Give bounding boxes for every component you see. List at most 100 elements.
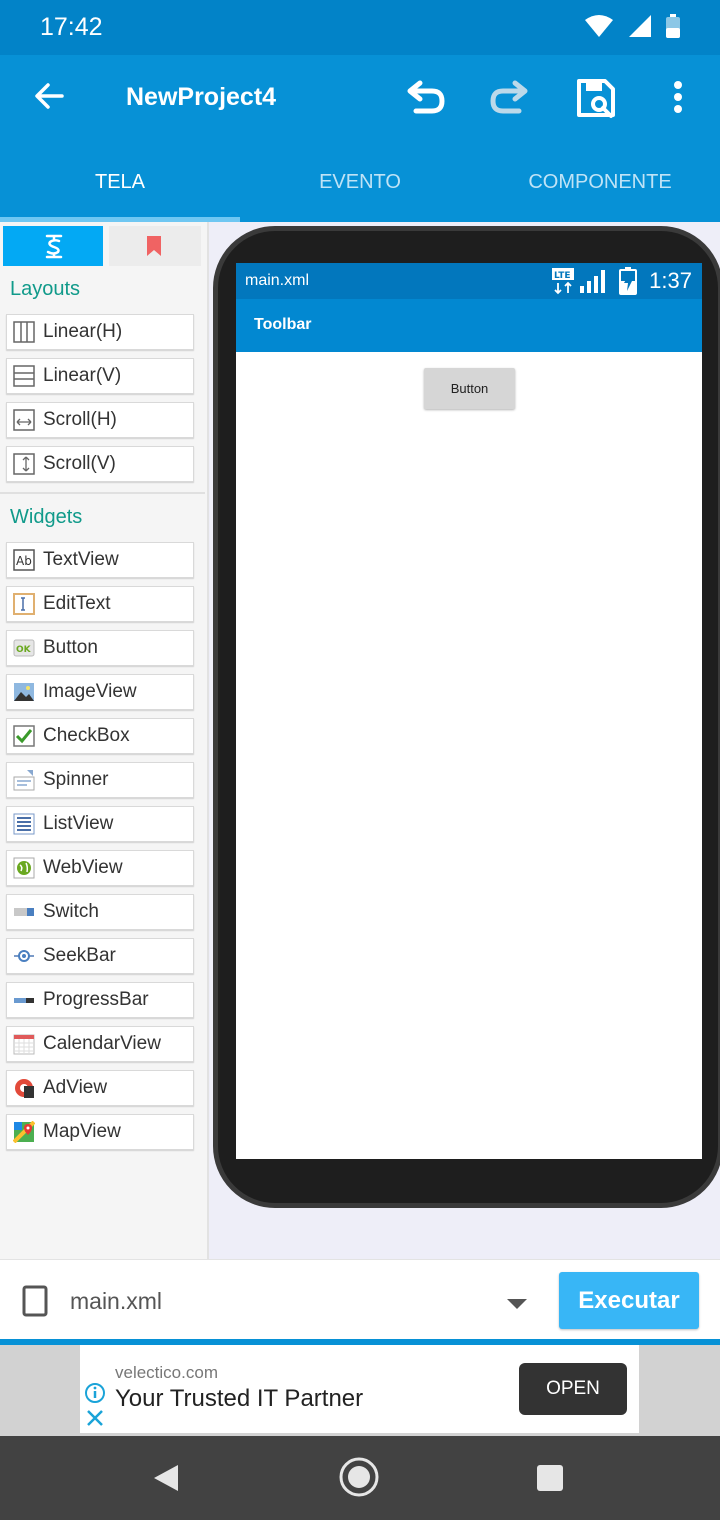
info-icon[interactable] [84,1382,106,1404]
battery-charging-icon [619,267,637,295]
palette-item-label: CalendarView [43,1033,161,1054]
tab-evento[interactable]: EVENTO [240,142,480,224]
textview-icon: Ab [13,549,35,571]
layout-preview: main.xml LTE 1:37 Toolbar Button [209,222,720,1259]
preview-button-widget[interactable]: Button [424,368,515,409]
calendarview-icon [13,1034,35,1055]
palette-item-label: Linear(V) [43,365,122,386]
wifi-icon [584,14,614,43]
system-navigation-bar [0,1436,720,1520]
mapview-icon [13,1121,35,1143]
file-selector[interactable]: main.xml [70,1288,162,1315]
palette-item-seekbar[interactable]: SeekBar [6,938,194,974]
palette-item-label: CheckBox [43,725,130,746]
back-arrow-icon[interactable] [32,79,66,118]
palette-divider [0,492,205,494]
palette-item-scroll-h[interactable]: Scroll(H) [6,402,194,438]
palette-tab-bookmarks[interactable] [109,226,201,266]
undo-icon[interactable] [404,77,446,124]
palette-item-mapview[interactable]: MapView [6,1114,194,1150]
palette-item-label: EditText [43,593,111,614]
bookmark-icon [147,236,161,256]
palette-item-label: Switch [43,901,99,922]
redo-icon[interactable] [489,77,531,124]
preview-status-file: main.xml [245,272,310,289]
linear-h-icon [13,321,35,343]
palette-item-switch[interactable]: Switch [6,894,194,930]
palette-item-label: ImageView [43,681,137,702]
palette-item-adview[interactable]: AdView [6,1070,194,1106]
nav-recents-icon[interactable] [537,1465,563,1496]
spinner-icon [13,770,35,791]
palette-item-label: WebView [43,857,123,878]
tab-componente[interactable]: COMPONENTE [480,142,720,224]
ad-open-button[interactable]: OPEN [519,1363,627,1415]
app-bar: NewProject4 [0,55,720,142]
svg-text:Ab: Ab [16,554,32,568]
palette-item-linear-v[interactable]: Linear(V) [6,358,194,394]
project-title: NewProject4 [126,83,277,111]
palette-item-edittext[interactable]: EditText [6,586,194,622]
palette-item-button[interactable]: OK Button [6,630,194,666]
dropdown-arrow-icon[interactable] [507,1296,527,1314]
tab-tela[interactable]: TELA [0,142,240,224]
webview-icon [13,857,35,879]
palette-item-listview[interactable]: ListView [6,806,194,842]
preview-toolbar-label: Toolbar [254,316,312,333]
imageview-icon [14,683,34,701]
palette-item-progressbar[interactable]: ProgressBar [6,982,194,1018]
palette-item-linear-h[interactable]: Linear(H) [6,314,194,350]
nav-home-icon[interactable] [338,1456,380,1503]
progressbar-icon [14,998,34,1003]
palette-tab-widgets[interactable] [3,226,103,266]
status-time: 17:42 [40,13,103,41]
palette-item-imageview[interactable]: ImageView [6,674,194,710]
widget-palette: Layouts Linear(H) Linear(V) Scroll(H) Sc… [0,222,209,1259]
run-button[interactable]: Executar [559,1272,699,1329]
palette-item-spinner[interactable]: Spinner [6,762,194,798]
listview-icon [13,813,35,835]
palette-item-webview[interactable]: WebView [6,850,194,886]
page-icon [22,1285,48,1322]
nav-back-icon[interactable] [152,1464,180,1497]
palette-item-checkbox[interactable]: CheckBox [6,718,194,754]
palette-item-label: Linear(H) [43,321,123,342]
adview-icon [15,1079,34,1098]
close-icon[interactable] [86,1409,104,1427]
scroll-h-icon [13,409,35,431]
linear-v-icon [13,365,35,387]
layouts-section-title: Layouts [10,278,81,300]
more-vert-icon[interactable] [668,79,688,124]
lte-icon: LTE [552,268,574,295]
palette-item-scroll-v[interactable]: Scroll(V) [6,446,194,482]
preview-toolbar[interactable]: Toolbar [236,299,702,352]
save-icon[interactable] [575,77,617,124]
tab-bar: TELA EVENTO COMPONENTE [0,142,720,224]
palette-item-calendarview[interactable]: CalendarView [6,1026,194,1062]
button-icon: OK [13,639,35,657]
palette-item-label: Scroll(H) [43,409,117,430]
phone-screen[interactable]: main.xml LTE 1:37 Toolbar Button [236,263,702,1159]
phone-frame: main.xml LTE 1:37 Toolbar Button [213,226,720,1208]
widgets-section-title: Widgets [10,506,83,528]
palette-item-textview[interactable]: Ab TextView [6,542,194,578]
svg-text:LTE: LTE [554,271,571,281]
battery-icon [666,14,680,43]
palette-item-label: TextView [43,549,119,570]
preview-status-time: 1:37 [649,268,692,293]
ad-banner[interactable]: velectico.com Your Trusted IT Partner OP… [80,1345,639,1433]
palette-item-label: MapView [43,1121,121,1142]
bottom-toolbar: main.xml Executar [0,1259,720,1340]
svg-text:OK: OK [16,645,32,655]
signal-icon [628,14,652,43]
seekbar-icon [14,950,34,962]
cell-signal-icon [580,270,605,293]
palette-item-label: AdView [43,1077,108,1098]
palette-item-label: ProgressBar [43,989,149,1010]
palette-item-label: Scroll(V) [43,453,116,474]
scroll-v-icon [13,453,35,475]
checkbox-icon [13,725,35,747]
ad-domain: velectico.com [115,1363,218,1382]
palette-item-label: ListView [43,813,114,834]
palette-item-label: SeekBar [43,945,116,966]
